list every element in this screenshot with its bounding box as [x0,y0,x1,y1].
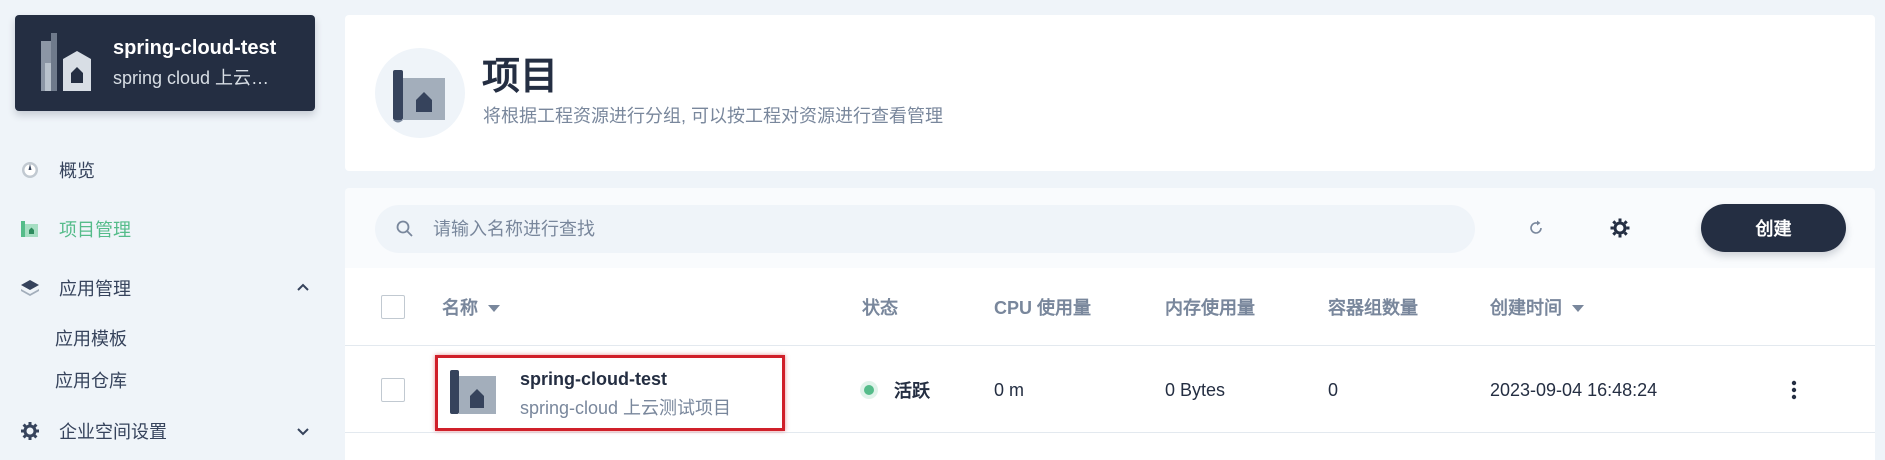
page-description: 将根据工程资源进行分组, 可以按工程对资源进行查看管理 [483,106,943,126]
sidebar-item-workspace-settings[interactable]: 企业空间设置 [15,401,315,460]
column-label: 内存使用量 [1165,298,1255,318]
sidebar-nav: 概览 项目管理 应用管理 应用模板 应用仓库 企业空间设置 [15,140,315,460]
settings-button[interactable] [1604,212,1636,244]
project-description: spring-cloud 上云测试项目 [520,398,732,418]
status-cell: 活跃 [864,347,930,433]
pod-count: 0 [1328,379,1339,400]
project-name-cell[interactable]: spring-cloud-test spring-cloud 上云测试项目 [435,355,785,431]
toolbar: 创建 [345,188,1875,268]
projects-table: 名称 状态 CPU 使用量 内存使用量 容器组数量 创建时间 spring-cl… [345,268,1875,460]
cpu-usage: 0 m [994,379,1025,400]
project-name[interactable]: spring-cloud-test [520,367,667,391]
sort-caret-icon [488,304,500,312]
column-header-pods: 容器组数量 [1328,268,1418,346]
sidebar-item-label: 应用仓库 [55,371,127,391]
table-header: 名称 状态 CPU 使用量 内存使用量 容器组数量 创建时间 [345,268,1875,346]
sidebar-item-app-templates[interactable]: 应用模板 [15,317,315,359]
column-label: 名称 [442,298,478,318]
layers-icon [19,277,41,299]
sort-caret-icon [1572,304,1584,312]
workspace-title: spring-cloud-test [113,37,277,59]
refresh-button[interactable] [1520,212,1552,244]
sidebar-item-label: 应用管理 [59,278,131,299]
select-all-checkbox[interactable] [381,295,405,319]
column-header-cpu: CPU 使用量 [994,268,1091,346]
refresh-icon [1530,220,1542,234]
column-header-name[interactable]: 名称 [442,268,500,346]
more-actions-button[interactable] [1782,375,1806,405]
gear-icon [1610,218,1630,238]
project-icon [450,370,496,414]
page-header: 项目 将根据工程资源进行分组, 可以按工程对资源进行查看管理 [345,15,1875,171]
sidebar-item-projects[interactable]: 项目管理 [15,199,315,258]
row-checkbox[interactable] [381,378,405,402]
chevron-up-icon[interactable] [295,280,311,296]
dashboard-icon [19,159,41,181]
sidebar-item-overview[interactable]: 概览 [15,140,315,199]
chevron-down-icon[interactable] [295,423,311,439]
column-label: 容器组数量 [1328,298,1418,318]
more-vertical-icon [1791,380,1797,400]
column-header-status: 状态 [862,268,898,346]
search-box[interactable] [375,205,1475,253]
workspace-icon [41,33,91,91]
project-icon [19,218,41,240]
page-title: 项目 [482,56,559,98]
status-badge: 活跃 [894,381,930,401]
sidebar-item-app-management[interactable]: 应用管理 [15,258,315,317]
column-label: 状态 [862,298,898,318]
table-row[interactable]: spring-cloud-test spring-cloud 上云测试项目 活跃… [345,347,1875,433]
gear-icon [19,420,41,442]
sidebar-item-label: 企业空间设置 [59,421,167,442]
search-icon [396,220,413,237]
workspace-card[interactable]: spring-cloud-test spring cloud 上云… [15,15,315,111]
column-header-memory: 内存使用量 [1165,268,1255,346]
sidebar-item-label: 项目管理 [59,219,131,240]
sidebar-item-app-repositories[interactable]: 应用仓库 [15,359,315,401]
column-header-created[interactable]: 创建时间 [1490,268,1584,346]
column-label: CPU 使用量 [994,298,1092,318]
column-label: 创建时间 [1490,298,1562,318]
created-time: 2023-09-04 16:48:24 [1490,379,1658,400]
sidebar-item-label: 应用模板 [55,329,127,349]
status-active-icon [864,385,874,395]
search-input[interactable] [433,218,1433,240]
workspace-description: spring cloud 上云… [113,68,270,88]
sidebar-item-label: 概览 [59,160,95,181]
project-banner-icon [375,48,465,138]
create-button[interactable]: 创建 [1701,204,1846,252]
memory-usage: 0 Bytes [1165,379,1226,400]
